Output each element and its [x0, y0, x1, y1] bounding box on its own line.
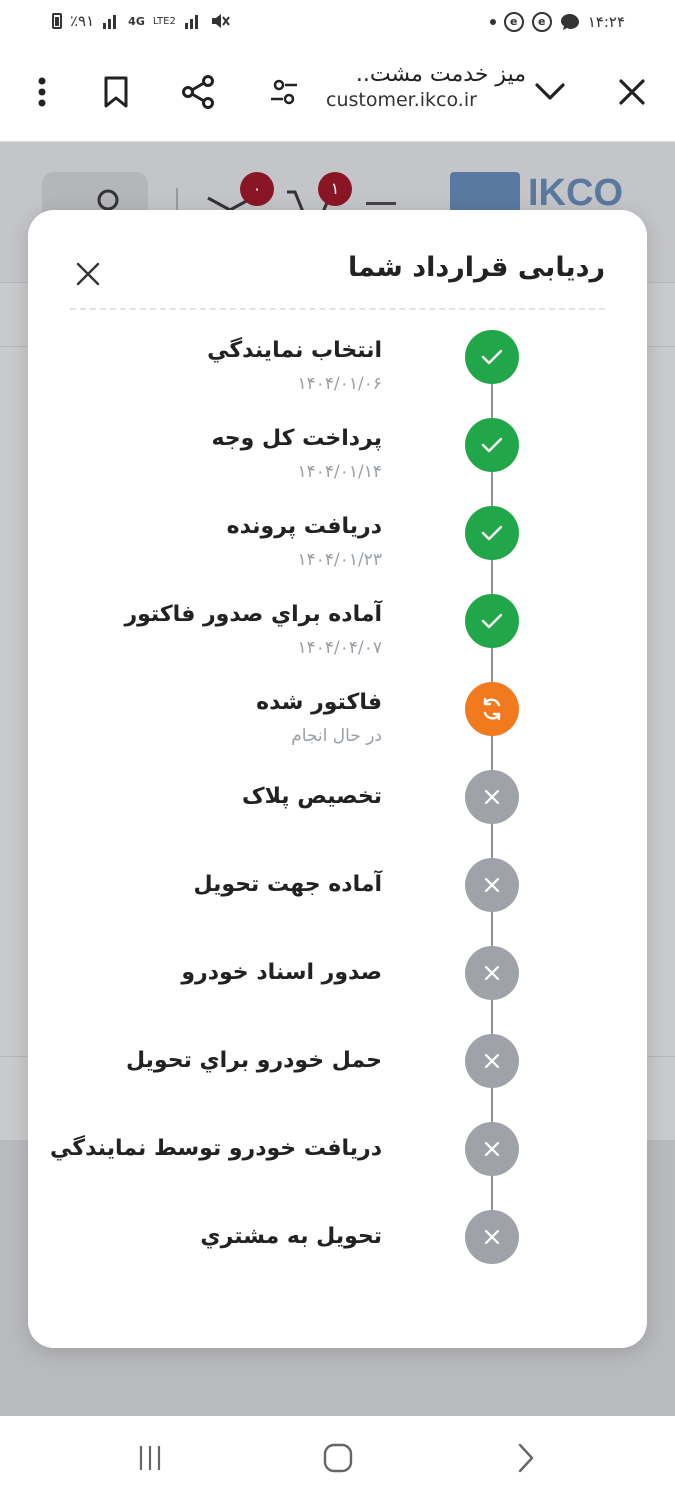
contract-tracking-modal: ردیابی قرارداد شما انتخاب نمايندگي ۱۴۰۴/۰…: [28, 210, 647, 1348]
close-icon: [480, 873, 504, 897]
close-icon: [480, 785, 504, 809]
step-status-pending: [465, 1122, 519, 1176]
notification-dot-icon: [489, 19, 496, 25]
android-nav-bar: [0, 1416, 675, 1500]
home-button[interactable]: [318, 1438, 358, 1478]
modal-divider: [70, 308, 605, 310]
mute-icon: [211, 14, 230, 28]
close-icon: [480, 961, 504, 985]
network-sub: LTE2: [152, 15, 176, 27]
clock: ۱۴:۲۴: [587, 13, 625, 31]
chevron-right-icon: [518, 1443, 534, 1473]
step-label: صدور اسناد خودرو: [181, 960, 382, 985]
back-button[interactable]: [506, 1438, 546, 1478]
chat-icon: [560, 14, 579, 30]
step-status-done: [465, 418, 519, 472]
check-icon: [478, 519, 506, 547]
refresh-icon: [478, 695, 506, 723]
step-date: ۱۴۰۴/۰۴/۰۷: [297, 638, 382, 658]
logo-text: IKCO: [528, 172, 623, 214]
message-badge: ۰: [240, 172, 274, 206]
step-label: آماده براي صدور فاکتور: [124, 602, 382, 627]
menu-icon[interactable]: [366, 202, 396, 205]
step-label: آماده جهت تحویل: [193, 872, 383, 897]
modal-close-button[interactable]: [72, 258, 104, 290]
more-options-button[interactable]: [22, 72, 62, 112]
check-icon: [478, 343, 506, 371]
step-date: ۱۴۰۴/۰۱/۱۴: [297, 462, 382, 482]
share-button[interactable]: [178, 72, 218, 112]
chevron-down-icon: [535, 83, 565, 100]
bookmark-button[interactable]: [96, 72, 136, 112]
status-right-group: e e ۱۴:۲۴: [489, 12, 625, 32]
step-label: تحويل به مشتري: [200, 1224, 382, 1249]
step-date: ۱۴۰۴/۰۱/۰۶: [297, 374, 382, 394]
step-status-done: [465, 506, 519, 560]
site-settings-button[interactable]: [264, 72, 304, 112]
recent-apps-icon: [139, 1446, 161, 1470]
close-icon: [76, 262, 100, 286]
step-label: پرداخت کل وجه: [211, 426, 382, 451]
step-status-pending: [465, 1034, 519, 1088]
step-status-pending: [465, 770, 519, 824]
battery-percent: ٪۹۱: [70, 12, 95, 30]
step-label: دريافت خودرو توسط نمايندگي: [50, 1136, 382, 1161]
status-bar: ٪۹۱ 4G LTE2 e e ۱۴:۲۴: [0, 0, 675, 48]
modal-title: ردیابی قرارداد شما: [348, 252, 605, 283]
page-url: customer.ikco.ir: [326, 89, 477, 111]
step-status-pending: [465, 1210, 519, 1264]
network-type: 4G: [128, 14, 145, 28]
step-status-done: [465, 594, 519, 648]
signal-icon-2: [184, 15, 198, 29]
check-icon: [478, 431, 506, 459]
step-label: دریافت پرونده: [226, 514, 382, 539]
check-icon: [478, 607, 506, 635]
step-status-done: [465, 330, 519, 384]
close-icon: [480, 1225, 504, 1249]
kebab-menu-icon: [38, 77, 46, 107]
close-icon: [619, 79, 645, 105]
expand-button[interactable]: [530, 72, 570, 112]
tune-icon: [271, 79, 297, 105]
step-date: ۱۴۰۴/۰۱/۲۳: [297, 550, 382, 570]
page-title: میز خدمت مشت..: [355, 62, 526, 87]
bookmark-icon: [104, 76, 128, 108]
step-status-pending: [465, 946, 519, 1000]
step-label: حمل خودرو براي تحويل: [126, 1048, 382, 1073]
close-icon: [480, 1049, 504, 1073]
close-tab-button[interactable]: [612, 72, 652, 112]
share-icon: [182, 75, 214, 109]
step-label: تخصیص پلاک: [242, 784, 382, 809]
recent-apps-button[interactable]: [130, 1438, 170, 1478]
step-status-in-progress: [465, 682, 519, 736]
app-e-icon: e: [503, 12, 524, 32]
signal-icon: [103, 15, 117, 29]
step-label: انتخاب نمايندگي: [207, 338, 382, 363]
battery-icon: [52, 13, 62, 29]
step-label: فاکتور شده: [256, 690, 382, 715]
close-icon: [480, 1137, 504, 1161]
step-status-pending: [465, 858, 519, 912]
status-left-group: ٪۹۱ 4G LTE2: [52, 12, 230, 30]
home-icon: [323, 1443, 353, 1473]
page-info[interactable]: میز خدمت مشت.. customer.ikco.ir: [326, 62, 526, 111]
step-date: در حال انجام: [291, 726, 382, 746]
cart-badge: ۱: [318, 172, 352, 206]
app-e-icon-2: e: [531, 12, 552, 32]
browser-toolbar: میز خدمت مشت.. customer.ikco.ir: [0, 48, 675, 142]
